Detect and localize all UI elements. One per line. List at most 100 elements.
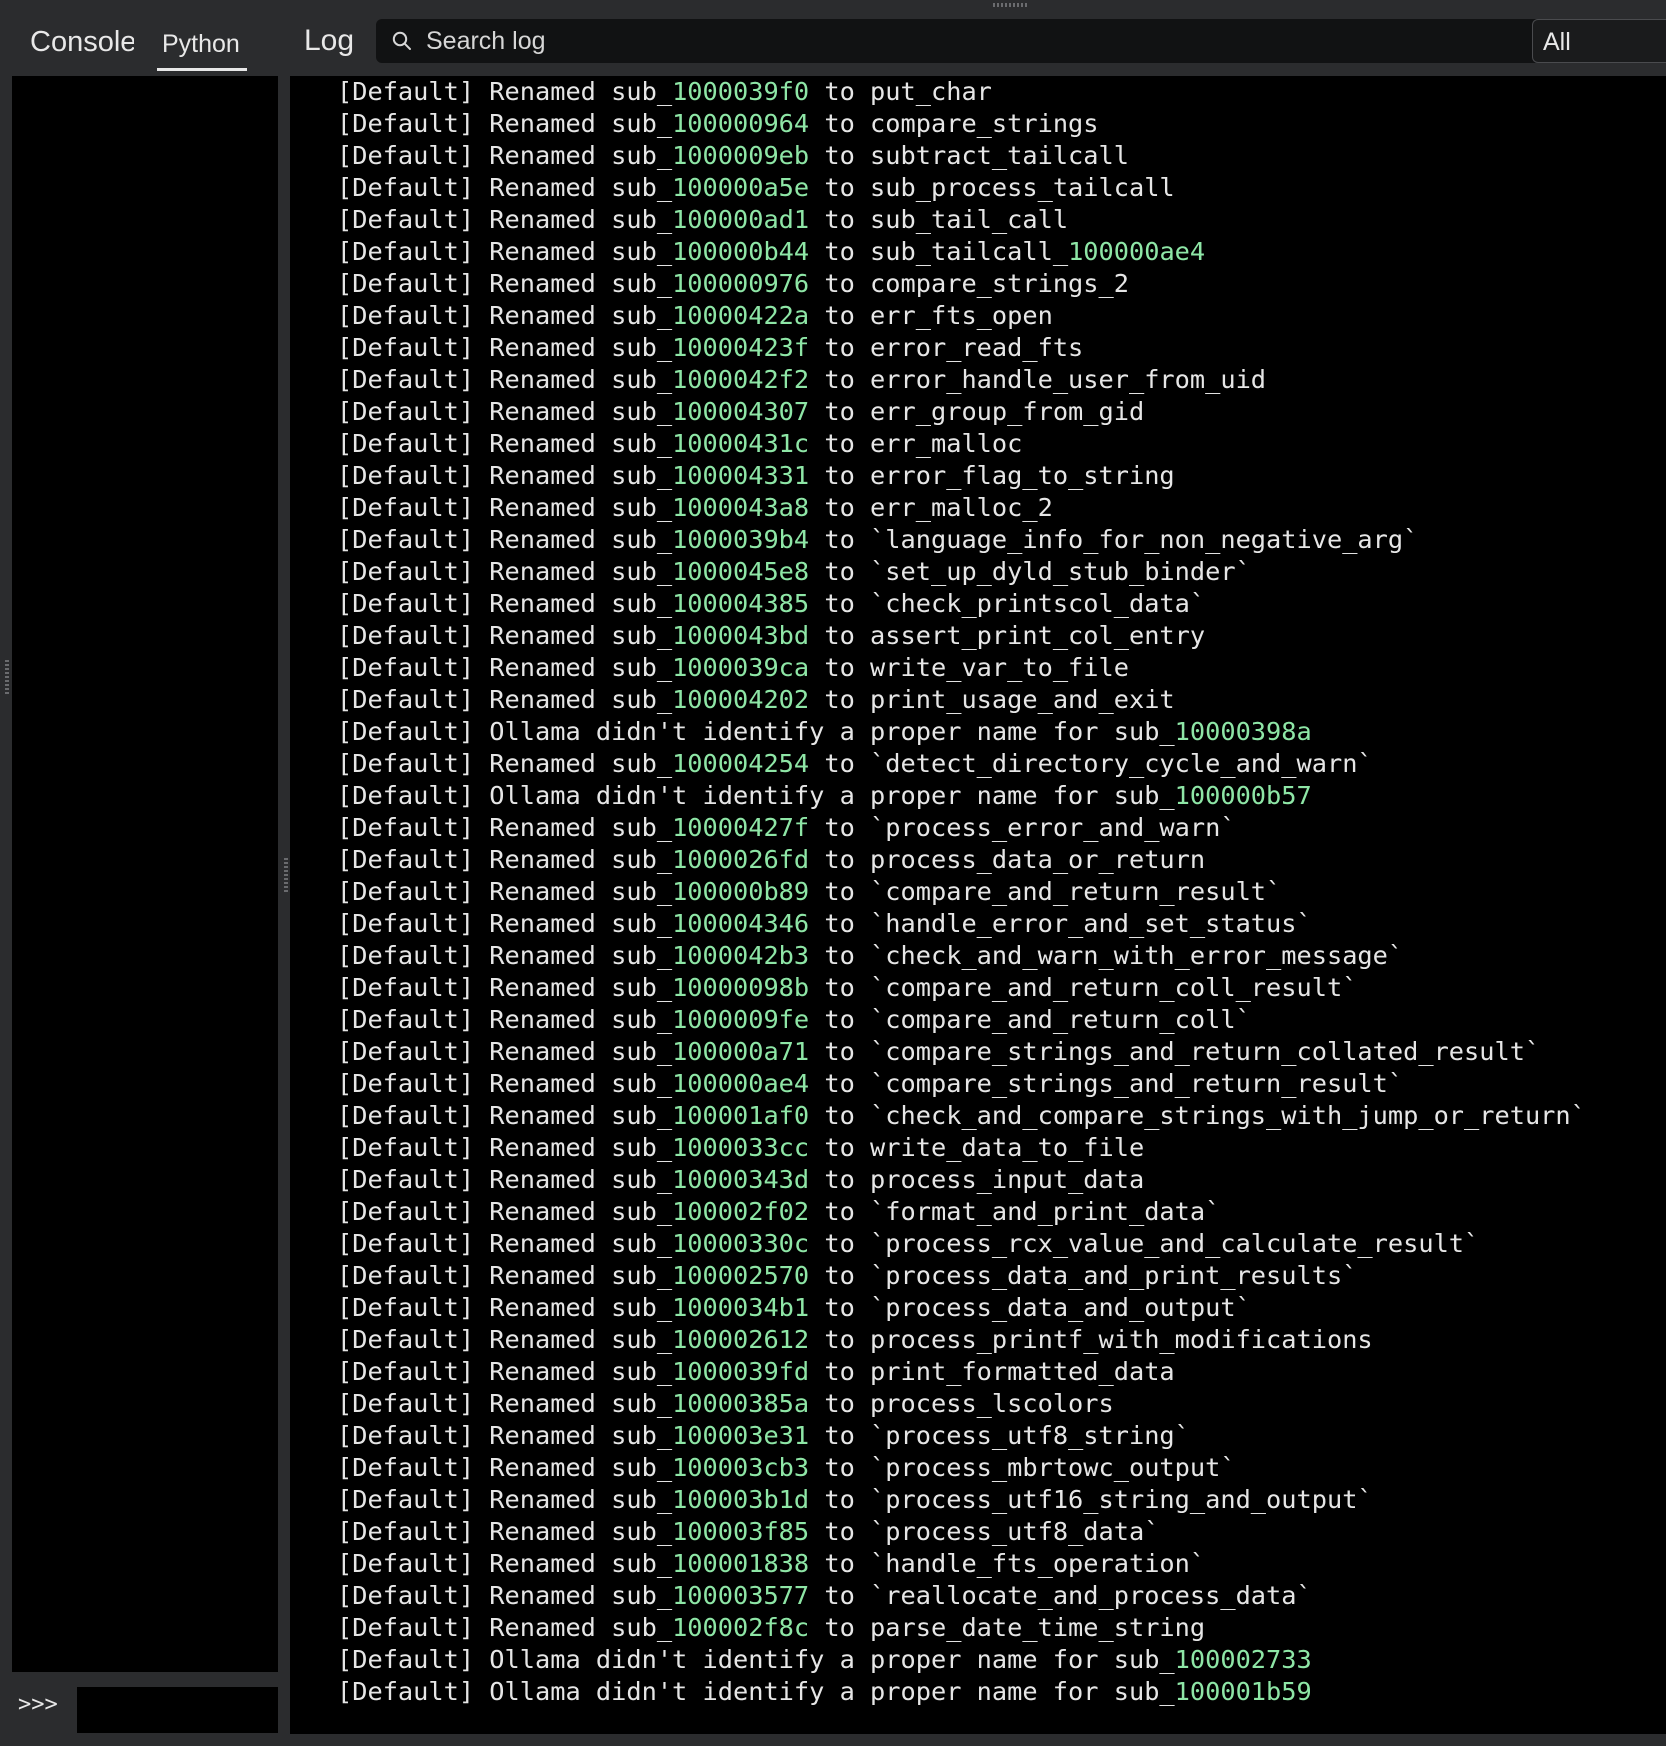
log-line-address[interactable]: 100000b44 — [672, 237, 809, 266]
log-line: [Default] Ollama didn't identify a prope… — [337, 1644, 1586, 1676]
active-tab-indicator — [157, 68, 247, 71]
tab-console[interactable]: Console — [30, 26, 134, 59]
log-line-address[interactable]: 10000398a — [1175, 717, 1312, 746]
splitter-handle[interactable] — [284, 858, 288, 894]
log-line-new-name: to sub_tail_call — [809, 205, 1069, 234]
log-line-new-name: to sub_tailcall_ — [809, 237, 1069, 266]
log-line-address[interactable]: 100002f02 — [672, 1197, 809, 1226]
log-line-address[interactable]: 1000043bd — [672, 621, 809, 650]
log-line-address[interactable]: 100001af0 — [672, 1101, 809, 1130]
log-level-filter[interactable]: All — [1532, 19, 1666, 63]
log-line-address[interactable]: 1000045e8 — [672, 557, 809, 586]
log-line-new-name: to write_var_to_file — [809, 653, 1129, 682]
log-line: [Default] Renamed sub_100001838 to `hand… — [337, 1548, 1586, 1580]
log-line-address[interactable]: 1000039ca — [672, 653, 809, 682]
log-line-address[interactable]: 100003cb3 — [672, 1453, 809, 1482]
log-line-prefix: [Default] Renamed sub_ — [337, 909, 673, 938]
tab-python[interactable]: Python — [162, 30, 240, 59]
log-line-prefix: [Default] Renamed sub_ — [337, 1389, 673, 1418]
log-line: [Default] Renamed sub_100003577 to `real… — [337, 1580, 1586, 1612]
log-line-address[interactable]: 10000431c — [672, 429, 809, 458]
log-line-prefix: [Default] Renamed sub_ — [337, 1229, 673, 1258]
log-line-address[interactable]: 1000039fd — [672, 1357, 809, 1386]
log-line-address[interactable]: 10000330c — [672, 1229, 809, 1258]
log-title: Log — [304, 24, 355, 57]
log-line-prefix: [Default] Renamed sub_ — [337, 845, 673, 874]
log-line-new-name: to `process_mbrtowc_output` — [809, 1453, 1236, 1482]
log-line-prefix: [Default] Renamed sub_ — [337, 813, 673, 842]
log-line-address[interactable]: 100002f8c — [672, 1613, 809, 1642]
log-line-address[interactable]: 100001838 — [672, 1549, 809, 1578]
log-line: [Default] Renamed sub_10000343d to proce… — [337, 1164, 1586, 1196]
log-line-prefix: [Default] Renamed sub_ — [337, 1197, 673, 1226]
log-line-address[interactable]: 100000ad1 — [672, 205, 809, 234]
log-line-address[interactable]: 1000042f2 — [672, 365, 809, 394]
log-line-prefix: [Default] Renamed sub_ — [337, 397, 673, 426]
log-line-address[interactable]: 1000009eb — [672, 141, 809, 170]
log-line-address[interactable]: 100001b59 — [1175, 1677, 1312, 1706]
log-line-address[interactable]: 10000098b — [672, 973, 809, 1002]
log-line-address[interactable]: 100000a5e — [672, 173, 809, 202]
log-line-address[interactable]: 1000034b1 — [672, 1293, 809, 1322]
log-line-address[interactable]: 1000039b4 — [672, 525, 809, 554]
log-line-address[interactable]: 1000042b3 — [672, 941, 809, 970]
log-line: [Default] Renamed sub_100004307 to err_g… — [337, 396, 1586, 428]
log-line-address[interactable]: 1000039f0 — [672, 77, 809, 106]
log-line-address[interactable]: 10000427f — [672, 813, 809, 842]
search-log-input[interactable] — [426, 19, 1586, 63]
log-line: [Default] Renamed sub_100003b1d to `proc… — [337, 1484, 1586, 1516]
log-line-address[interactable]: 100004307 — [672, 397, 809, 426]
panel-resize-handle[interactable] — [993, 3, 1029, 7]
log-line-prefix: [Default] Renamed sub_ — [337, 1581, 673, 1610]
log-line-address[interactable]: 100003577 — [672, 1581, 809, 1610]
log-line: [Default] Renamed sub_10000422a to err_f… — [337, 300, 1586, 332]
log-line-new-name: to `check_and_compare_strings_with_jump_… — [809, 1101, 1586, 1130]
log-line-address[interactable]: 10000422a — [672, 301, 809, 330]
log-line-address[interactable]: 1000043a8 — [672, 493, 809, 522]
log-line-address[interactable]: 100004254 — [672, 749, 809, 778]
python-console-input[interactable] — [77, 1687, 278, 1733]
log-line-address[interactable]: 100002612 — [672, 1325, 809, 1354]
log-line: [Default] Renamed sub_100000964 to compa… — [337, 108, 1586, 140]
log-search-box[interactable] — [376, 19, 1604, 63]
log-line: [Default] Renamed sub_1000009fe to `comp… — [337, 1004, 1586, 1036]
log-line-new-name: to error_flag_to_string — [809, 461, 1175, 490]
log-line-address[interactable]: 100004202 — [672, 685, 809, 714]
log-line-address[interactable]: 100002570 — [672, 1261, 809, 1290]
log-line-address[interactable]: 100000ae4 — [672, 1069, 809, 1098]
log-line-address[interactable]: 10000385a — [672, 1389, 809, 1418]
log-line-address[interactable]: 100004346 — [672, 909, 809, 938]
log-line-address[interactable]: 100003b1d — [672, 1485, 809, 1514]
log-line-address[interactable]: 100000b57 — [1175, 781, 1312, 810]
log-line: [Default] Renamed sub_100003cb3 to `proc… — [337, 1452, 1586, 1484]
log-view[interactable]: [Default] Renamed sub_1000039f0 to put_c… — [290, 76, 1666, 1734]
log-line-address-suffix[interactable]: 100000ae4 — [1068, 237, 1205, 266]
python-console-output[interactable] — [12, 76, 278, 1672]
log-line-prefix: [Default] Renamed sub_ — [337, 1485, 673, 1514]
log-line-prefix: [Default] Ollama didn't identify a prope… — [337, 781, 1175, 810]
log-line-address[interactable]: 100003f85 — [672, 1517, 809, 1546]
log-line-address[interactable]: 10000343d — [672, 1165, 809, 1194]
log-line-address[interactable]: 1000033cc — [672, 1133, 809, 1162]
log-line-address[interactable]: 100000b89 — [672, 877, 809, 906]
log-line-address[interactable]: 10000423f — [672, 333, 809, 362]
log-line-address[interactable]: 100002733 — [1175, 1645, 1312, 1674]
log-line-address[interactable]: 1000009fe — [672, 1005, 809, 1034]
log-line-address[interactable]: 100003e31 — [672, 1421, 809, 1450]
log-line-address[interactable]: 100000a71 — [672, 1037, 809, 1066]
log-line: [Default] Renamed sub_100001af0 to `chec… — [337, 1100, 1586, 1132]
log-line-prefix: [Default] Renamed sub_ — [337, 1357, 673, 1386]
log-line-address[interactable]: 100004385 — [672, 589, 809, 618]
log-line: [Default] Renamed sub_1000042b3 to `chec… — [337, 940, 1586, 972]
log-line-new-name: to `check_and_warn_with_error_message` — [809, 941, 1404, 970]
log-line-prefix: [Default] Renamed sub_ — [337, 525, 673, 554]
log-line-new-name: to `compare_strings_and_return_result` — [809, 1069, 1404, 1098]
console-pane: Console Python >>> — [0, 0, 282, 1746]
log-line-new-name: to err_fts_open — [809, 301, 1053, 330]
log-line-address[interactable]: 100004331 — [672, 461, 809, 490]
sidebar-resize-handle[interactable] — [5, 660, 9, 694]
log-line-address[interactable]: 1000026fd — [672, 845, 809, 874]
log-line-address[interactable]: 100000964 — [672, 109, 809, 138]
log-line: [Default] Renamed sub_100000ad1 to sub_t… — [337, 204, 1586, 236]
log-line-address[interactable]: 100000976 — [672, 269, 809, 298]
